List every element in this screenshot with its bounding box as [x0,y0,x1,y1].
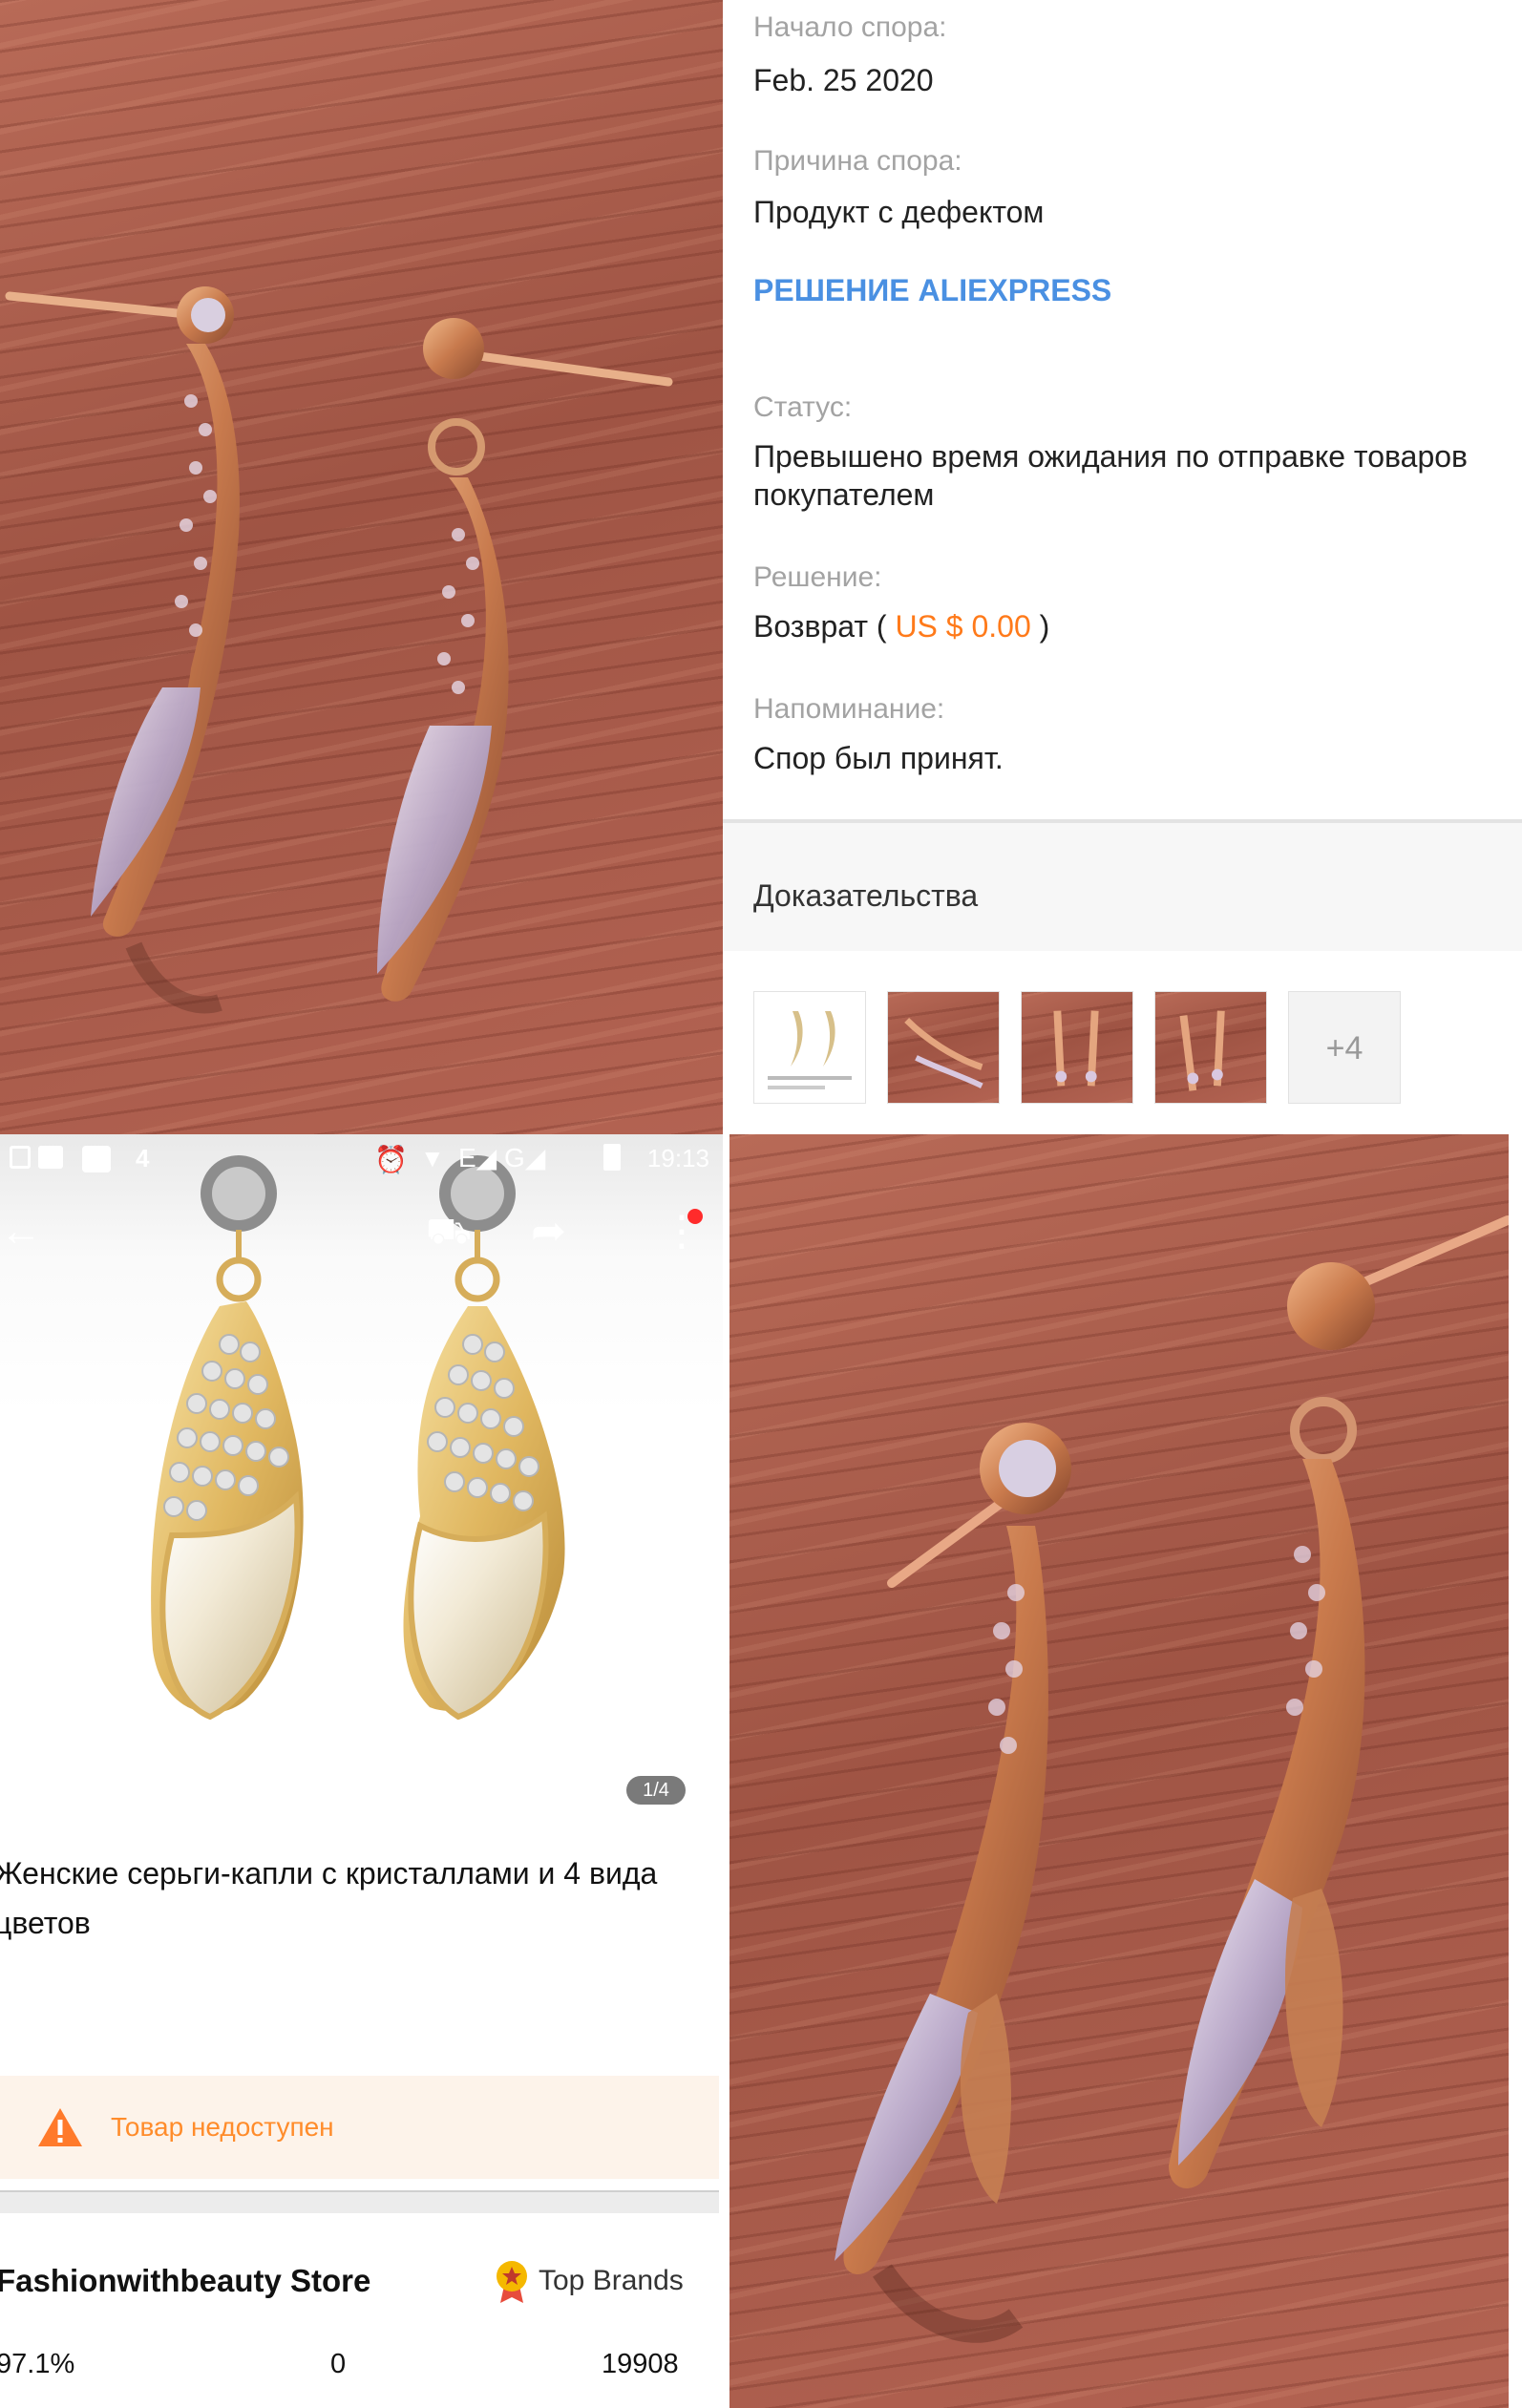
earring-left [151,1155,304,1721]
resolution-prefix: Возврат ( [753,609,887,644]
evidence-photo-earrings-closeup [729,1134,1509,2408]
evidence-thumbnail[interactable] [1154,991,1267,1104]
app-icon [82,1146,111,1172]
stat-positive-feedback: 97.1% [0,2349,75,2379]
status-time: 19:13 [646,1144,709,1172]
dispute-reminder-label: Напоминание: [753,693,945,725]
evidence-more-button[interactable]: +4 [1288,991,1401,1104]
dispute-status-label: Статус: [753,391,853,423]
evidence-title: Доказательства [753,878,979,913]
evidence-section-header: Доказательства [723,819,1522,951]
product-page-screenshot: 4 ⏰ ▼ E◢ G◢ 19:13 ← ⛟ ➦ ⋮ 1/4 Женские се… [0,1134,723,2408]
section-divider [0,2190,719,2213]
product-title: Женские серьги-капли с кристаллами и 4 в… [0,1856,658,1940]
dispute-start-label: Начало спора: [753,11,947,43]
product-image[interactable]: 4 ⏰ ▼ E◢ G◢ 19:13 ← ⛟ ➦ ⋮ 1/4 [0,1134,723,1831]
aliexpress-decision-link[interactable]: РЕШЕНИЕ ALIEXPRESS [753,273,1111,308]
medal-icon [497,2261,527,2303]
notification-icon [10,1146,31,1169]
dispute-reminder-value: Спор был принят. [753,741,1004,775]
dispute-reason-value: Продукт с дефектом [753,195,1045,229]
dispute-start-value: Feb. 25 2020 [753,63,934,97]
status-bar: 4 ⏰ ▼ E◢ G◢ 19:13 [0,1134,723,1182]
refund-amount: US $ 0.00 [895,609,1031,644]
evidence-thumbnail[interactable] [753,991,866,1104]
notification-dot [687,1209,703,1224]
dispute-resolution-value: Возврат ( US $ 0.00 ) [753,607,1508,645]
evidence-thumbnail[interactable] [1021,991,1133,1104]
unavailable-banner: Товар недоступен [0,2076,719,2179]
cart-icon[interactable]: ⛟ [426,1211,472,1253]
gallery-icon [38,1146,63,1169]
signal-icon: E◢ G◢ [458,1143,546,1172]
dispute-details-panel: Начало спора: Feb. 25 2020 Причина спора… [723,0,1522,1134]
evidence-thumbnail[interactable] [887,991,1000,1104]
warning-icon [38,2108,82,2146]
stat-followers: 19908 [602,2349,679,2379]
unavailable-text: Товар недоступен [111,2112,334,2142]
stat-middle-value: 0 [330,2349,347,2379]
image-counter: 1/4 [626,1776,686,1805]
wifi-icon: ▼ [420,1144,445,1172]
store-name[interactable]: Fashionwithbeauty Store [0,2263,370,2299]
battery-icon [603,1144,621,1171]
alarm-icon: ⏰ [374,1145,408,1174]
top-brands-badge: Top Brands [491,2259,684,2307]
evidence-photo-earrings-top [0,0,723,1134]
back-arrow-icon[interactable]: ← [0,1211,42,1253]
dispute-resolution-label: Решение: [753,561,882,593]
notification-count: 4 [136,1144,150,1172]
resolution-suffix: ) [1039,609,1050,644]
dispute-status-value: Превышено время ожидания по отправке тов… [753,439,1469,512]
share-icon[interactable]: ➦ [531,1211,566,1253]
top-brands-label: Top Brands [539,2265,684,2296]
dispute-reason-label: Причина спора: [753,145,962,177]
